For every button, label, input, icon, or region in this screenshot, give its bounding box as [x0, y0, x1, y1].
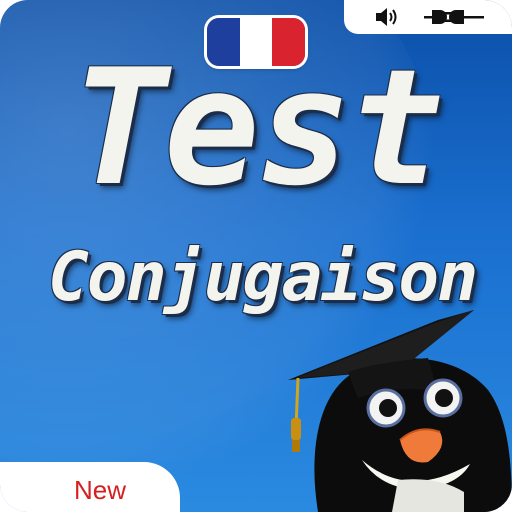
- plug-icon: [424, 10, 484, 24]
- status-bar: [344, 0, 512, 34]
- new-badge: New: [0, 462, 180, 512]
- speaker-icon: [376, 8, 397, 26]
- new-badge-label: New: [74, 475, 127, 505]
- title-test: Test: [71, 34, 444, 221]
- graduate-penguin-mascot: [288, 310, 512, 512]
- app-icon-card[interactable]: Test Conjugaison New: [0, 0, 512, 512]
